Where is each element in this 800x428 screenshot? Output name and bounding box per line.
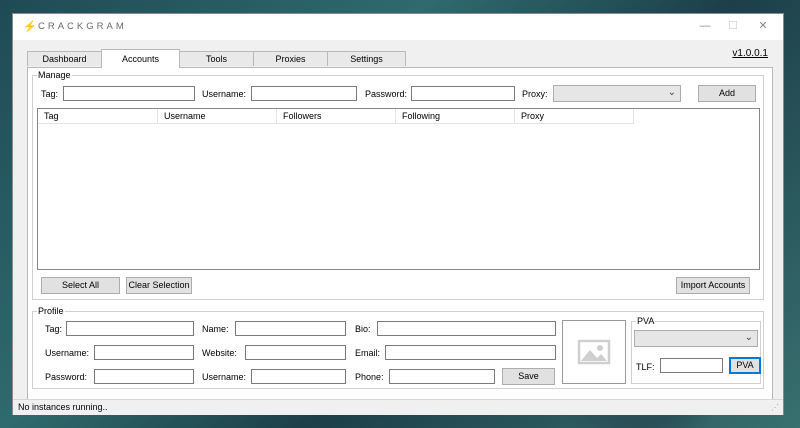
pva-title: PVA [636, 316, 656, 326]
tab-label: Proxies [275, 54, 306, 64]
window-title: CRACKGRAM [38, 21, 127, 32]
profile-title: Profile [37, 306, 65, 316]
select-all-button[interactable]: Select All [41, 277, 120, 294]
chevron-down-icon: ⌄ [667, 87, 676, 98]
tab-label: Accounts [121, 54, 160, 64]
column-label: Following [402, 111, 441, 121]
tlf-label: TLF: [636, 362, 655, 372]
title-bar[interactable]: ⚡ CRACKGRAM — ☐ ✕ [13, 14, 783, 40]
image-placeholder-icon [577, 339, 611, 365]
tab-dashboard[interactable]: Dashboard [27, 51, 102, 66]
proxy-dropdown[interactable]: ⌄ [553, 85, 681, 102]
column-header-following[interactable]: Following [396, 109, 515, 124]
chevron-down-icon: ⌄ [744, 332, 753, 343]
tab-settings[interactable]: Settings [327, 51, 406, 66]
column-label: Tag [44, 111, 59, 121]
manage-tag-input[interactable] [63, 86, 195, 101]
tab-label: Tools [205, 54, 227, 64]
profile-bio-label: Bio: [355, 324, 371, 334]
tab-accounts[interactable]: Accounts [101, 49, 180, 68]
save-button-label: Save [518, 371, 539, 381]
manage-title: Manage [37, 70, 72, 80]
tab-label: Dashboard [42, 54, 87, 64]
tlf-input[interactable] [660, 358, 723, 373]
profile-tag-label: Tag: [45, 324, 63, 334]
manage-username-label: Username: [202, 89, 247, 99]
profile-username-label: Username: [45, 348, 90, 358]
profile-name-label: Name: [202, 324, 229, 334]
add-button[interactable]: Add [698, 85, 756, 102]
resize-grip-icon[interactable]: ⋰ [771, 403, 779, 412]
tab-tools[interactable]: Tools [179, 51, 254, 66]
profile-password-label: Password: [45, 372, 88, 382]
close-icon[interactable]: ✕ [755, 18, 771, 34]
column-label: Username [164, 111, 206, 121]
import-accounts-label: Import Accounts [680, 280, 746, 290]
column-label: Followers [283, 111, 322, 121]
profile-website-label: Website: [202, 348, 237, 358]
profile-picture-box[interactable] [562, 320, 626, 384]
manage-tag-label: Tag: [41, 89, 59, 99]
add-button-label: Add [718, 88, 735, 98]
profile-name-input[interactable] [235, 321, 346, 336]
profile-email-input[interactable] [385, 345, 556, 360]
column-header-proxy[interactable]: Proxy [515, 109, 634, 124]
minimize-icon[interactable]: — [697, 18, 713, 34]
tab-proxies[interactable]: Proxies [253, 51, 328, 66]
profile-username2-input[interactable] [251, 369, 346, 384]
clear-selection-label: Clear Selection [128, 280, 190, 290]
column-header-followers[interactable]: Followers [277, 109, 396, 124]
pva-button-label: PVA [736, 360, 754, 370]
column-label: Proxy [521, 111, 545, 121]
pva-button[interactable]: PVA [729, 357, 761, 374]
status-text: No instances running.. [18, 402, 108, 412]
profile-tag-input[interactable] [66, 321, 194, 336]
clear-selection-button[interactable]: Clear Selection [126, 277, 192, 294]
select-all-label: Select All [61, 280, 100, 290]
lightning-bolt-icon: ⚡ [23, 21, 37, 33]
profile-bio-input[interactable] [377, 321, 556, 336]
profile-website-input[interactable] [245, 345, 346, 360]
profile-username-input[interactable] [94, 345, 194, 360]
profile-phone-input[interactable] [389, 369, 495, 384]
manage-password-label: Password: [365, 89, 408, 99]
pva-dropdown[interactable]: ⌄ [634, 330, 758, 347]
profile-password-input[interactable] [94, 369, 194, 384]
manage-proxy-label: Proxy: [522, 89, 548, 99]
import-accounts-button[interactable]: Import Accounts [676, 277, 750, 294]
version-link[interactable]: v1.0.0.1 [732, 48, 768, 59]
tab-label: Settings [350, 54, 383, 64]
column-header-username[interactable]: Username [158, 109, 277, 124]
manage-username-input[interactable] [251, 86, 357, 101]
status-bar: No instances running.. ⋰ [13, 399, 783, 415]
accounts-list[interactable]: Tag Username Followers Following Proxy [37, 108, 760, 270]
profile-phone-label: Phone: [355, 372, 384, 382]
column-header-tag[interactable]: Tag [38, 109, 158, 124]
manage-password-input[interactable] [411, 86, 515, 101]
profile-email-label: Email: [355, 348, 381, 358]
profile-username2-label: Username: [202, 372, 247, 382]
maximize-icon[interactable]: ☐ [725, 18, 741, 34]
save-button[interactable]: Save [502, 368, 555, 385]
